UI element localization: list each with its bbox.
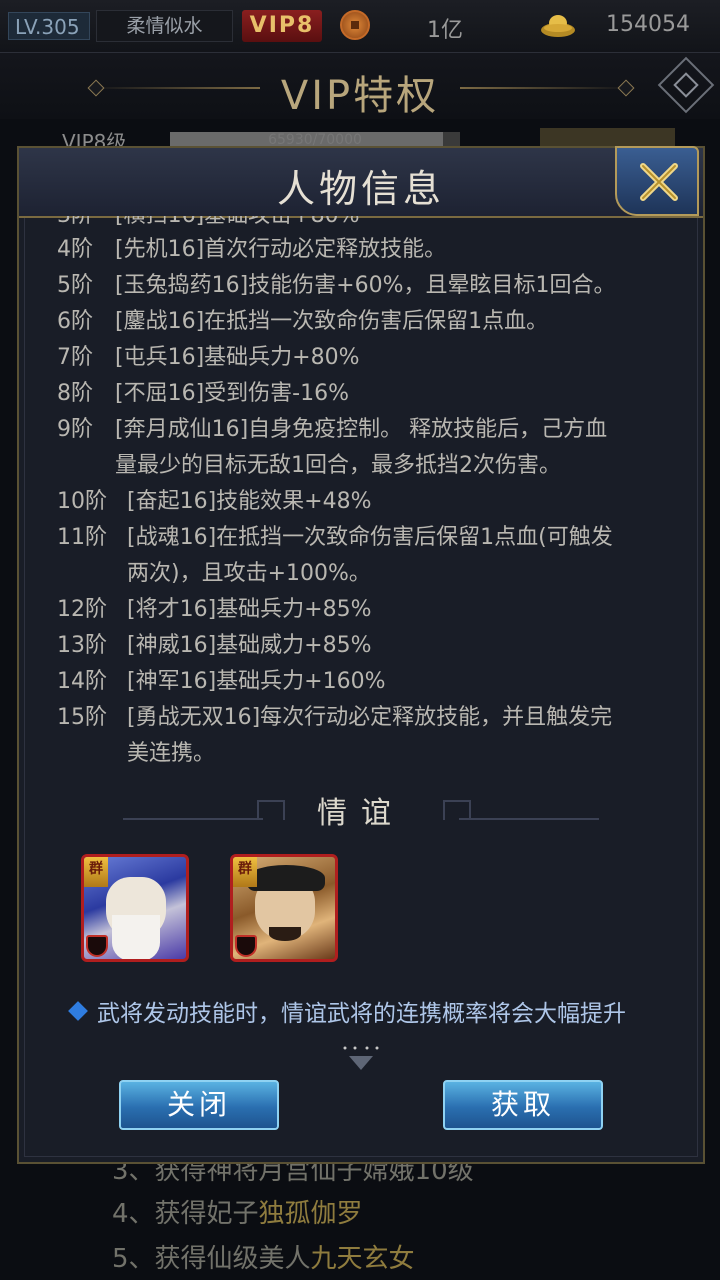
stage-text: [鏖战16]在抵挡一次致命伤害后保留1点血。	[115, 309, 549, 334]
stage-text: [不屈16]受到伤害-16%	[115, 381, 349, 406]
stage-label: 15阶	[57, 705, 107, 730]
stage-row: 8阶 [不屈16]受到伤害-16%	[57, 376, 349, 412]
stage-label: 5阶	[57, 273, 93, 298]
stage-text: [神军16]基础兵力+160%	[127, 669, 386, 694]
hero-beard	[112, 915, 160, 959]
stage-text-continued: 量最少的目标无敌1回合，最多抵挡2次伤害。	[115, 453, 561, 478]
close-x-button[interactable]	[615, 146, 699, 216]
player-name[interactable]: 柔情似水	[96, 10, 233, 42]
stage-skill-list[interactable]: 3阶[横扫16]基础攻击+80% 4阶[先机16]首次行动必定释放技能。 5阶[…	[19, 216, 703, 776]
stage-row: 15阶 [勇战无双16]每次行动必定释放技能，并且触发完 美连携。	[57, 700, 612, 766]
faction-badge: 群	[233, 857, 257, 887]
stage-row: 11阶 [战魂16]在抵挡一次致命伤害后保留1点血(可触发 两次)，且攻击+100%…	[57, 520, 613, 586]
privilege-item: 4、获得妃子独孤伽罗	[112, 1193, 363, 1230]
stage-label: 13阶	[57, 633, 107, 658]
stage-label: 7阶	[57, 345, 93, 370]
stage-label: 12阶	[57, 597, 107, 622]
stage-row: 4阶 [先机16]首次行动必定释放技能。	[57, 232, 446, 268]
stage-text: [奋起16]技能效果+48%	[127, 489, 372, 514]
stage-row: 7阶 [屯兵16]基础兵力+80%	[57, 340, 360, 376]
scroll-down-indicator-icon	[343, 1046, 379, 1070]
stage-label: 11阶	[57, 525, 107, 550]
copper-coin-icon	[340, 10, 370, 40]
stage-label: 6阶	[57, 309, 93, 334]
friendship-note: 武将发动技能时，情谊武将的连携概率将会大幅提升	[97, 1001, 626, 1027]
top-status-bar: LV.305 柔情似水 VIP8 1亿 154054	[0, 0, 720, 53]
stage-text-continued: 美连携。	[127, 741, 216, 766]
page-title: VIP特权	[280, 73, 440, 119]
close-icon	[640, 163, 678, 201]
stage-row: 5阶 [玉兔捣药16]技能伤害+60%，且晕眩目标1回合。	[57, 268, 616, 304]
coin-amount: 1亿	[427, 18, 463, 43]
dialog-header: 人物信息	[19, 146, 703, 218]
faction-badge: 群	[84, 857, 108, 887]
privilege-prefix: 5、获得仙级美人	[112, 1244, 311, 1274]
friendship-title: 情谊	[317, 796, 405, 831]
stage-text: [奔月成仙16]自身免疫控制。 释放技能后，己方血	[115, 417, 608, 442]
privilege-prefix: 4、获得妃子	[112, 1199, 259, 1229]
shield-icon	[86, 935, 108, 957]
privilege-name: 九天玄女	[310, 1244, 415, 1274]
hero-beard	[269, 927, 301, 941]
stage-label: 4阶	[57, 237, 93, 262]
level-value: 305	[41, 15, 80, 39]
character-info-dialog: 人物信息 3阶[横扫16]基础攻击+80% 4阶[先机16]首次行动必定释放技能…	[17, 146, 705, 1164]
level-label: LV.	[15, 15, 42, 39]
page-header: VIP特权	[0, 53, 720, 119]
privilege-name: 独孤伽罗	[258, 1199, 363, 1229]
stage-text-continued: 两次)，且攻击+100%。	[127, 561, 371, 586]
stage-text: [玉兔捣药16]技能伤害+60%，且晕眩目标1回合。	[115, 273, 616, 298]
hero-hat	[247, 865, 325, 891]
stage-label: 9阶	[57, 417, 93, 442]
stage-label: 10阶	[57, 489, 107, 514]
stage-row: 13阶 [神威16]基础威力+85%	[57, 628, 372, 664]
gold-ingot-icon	[541, 15, 575, 37]
stage-row: 10阶 [奋起16]技能效果+48%	[57, 484, 372, 520]
stage-text: [神威16]基础威力+85%	[127, 633, 372, 658]
stage-row: 14阶 [神军16]基础兵力+160%	[57, 664, 386, 700]
shield-icon	[235, 935, 257, 957]
stage-row: 6阶 [鏖战16]在抵挡一次致命伤害后保留1点血。	[57, 304, 548, 340]
stage-row: 9阶 [奔月成仙16]自身免疫控制。 释放技能后，己方血 量最少的目标无敌1回合，最…	[57, 412, 607, 478]
vip-badge[interactable]: VIP8	[242, 10, 322, 42]
stage-label: 8阶	[57, 381, 93, 406]
divider-knot-right	[443, 800, 471, 820]
stage-text: [战魂16]在抵挡一次致命伤害后保留1点血(可触发	[127, 525, 613, 550]
stage-text: [将才16]基础兵力+85%	[127, 597, 372, 622]
stage-text: [勇战无双16]每次行动必定释放技能，并且触发完	[127, 705, 613, 730]
privilege-item: 5、获得仙级美人九天玄女	[112, 1238, 415, 1275]
hero-card-general[interactable]: 群	[230, 854, 338, 962]
stage-label: 14阶	[57, 669, 107, 694]
close-button[interactable]: 关闭	[119, 1080, 279, 1130]
divider-right	[459, 818, 599, 820]
stage-row: 12阶 [将才16]基础兵力+85%	[57, 592, 372, 628]
stage-text: [屯兵16]基础兵力+80%	[115, 345, 360, 370]
obtain-button[interactable]: 获取	[443, 1080, 603, 1130]
hero-card-elder[interactable]: 群	[81, 854, 189, 962]
title-ornament-right	[460, 79, 635, 97]
ingot-amount: 154054	[606, 12, 690, 37]
level-box: LV.305	[8, 12, 90, 40]
stage-text: [先机16]首次行动必定释放技能。	[115, 237, 447, 262]
dialog-title: 人物信息	[276, 167, 445, 211]
